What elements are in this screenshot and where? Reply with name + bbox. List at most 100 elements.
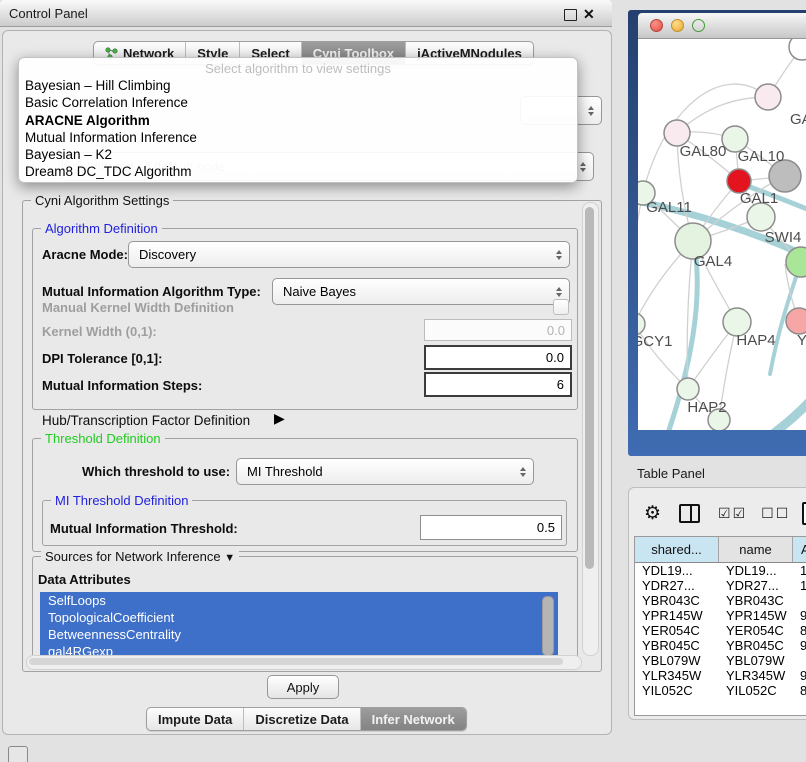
attribute-betweennesscentrality[interactable]: BetweennessCentrality: [40, 626, 558, 643]
close-traffic-light-icon[interactable]: [650, 19, 663, 32]
algorithm-option-basic-correlation[interactable]: Basic Correlation Inference: [19, 94, 577, 111]
hub-definition-label: Hub/Transcription Factor Definition: [42, 413, 250, 428]
table-row[interactable]: YBL079WYBL079W: [635, 653, 806, 668]
combo-stepper-icon: [520, 467, 526, 477]
control-panel-titlebar: Control Panel: [0, 0, 612, 27]
tab-discretize-data[interactable]: Discretize Data: [244, 708, 360, 730]
apply-button[interactable]: Apply: [267, 675, 339, 699]
label-gal1: GAL1: [740, 190, 778, 207]
algorithm-option-bayesian-k2[interactable]: Bayesian – K2: [19, 146, 577, 163]
close-icon[interactable]: ✕: [583, 6, 595, 23]
zoom-traffic-light-icon[interactable]: [692, 19, 705, 32]
table-row[interactable]: YER054CYER054C8.: [635, 623, 806, 638]
algorithm-option-bayesian-hill-climbing[interactable]: Bayesian – Hill Climbing: [19, 77, 577, 94]
network-view-frame: GAL GAL80 GAL10 GAL1 SWI4 GAL11 GAL4 GCY…: [628, 10, 806, 456]
data-attributes-label: Data Attributes: [38, 572, 131, 587]
data-attributes-list[interactable]: SelfLoops TopologicalCoefficient Between…: [40, 592, 558, 658]
mi-algorithm-type-label: Mutual Information Algorithm Type:: [42, 284, 261, 299]
screenshot-root: Control Panel ✕ Network Style Select Cyn…: [0, 0, 806, 762]
apply-button-label: Apply: [287, 680, 320, 695]
node-hap2[interactable]: [677, 378, 699, 400]
table-row[interactable]: YBR043CYBR043C: [635, 593, 806, 608]
aracne-mode-combobox[interactable]: Discovery: [128, 241, 570, 268]
thick-edges: [638, 183, 806, 430]
table-row[interactable]: YLR345WYLR345W9.: [635, 668, 806, 683]
column-header-shared-name[interactable]: shared...: [635, 537, 719, 562]
new-table-icon[interactable]: [802, 502, 806, 525]
node-gal-truncated[interactable]: [755, 84, 781, 110]
attribute-selfloops[interactable]: SelfLoops: [40, 592, 558, 609]
node-labels: GAL GAL80 GAL10 GAL1 SWI4 GAL11 GAL4 GCY…: [638, 111, 806, 416]
unchecked-boxes-icon[interactable]: ☐☐: [761, 505, 790, 522]
dpi-tolerance-label: DPI Tolerance [0,1]:: [42, 351, 162, 366]
label-hap2: HAP2: [687, 399, 726, 416]
kernel-width-value: 0.0: [547, 323, 565, 338]
table-row[interactable]: YIL052CYIL052C8.: [635, 683, 806, 698]
mi-threshold-label: Mutual Information Threshold:: [50, 521, 238, 536]
attribute-topologicalcoefficient[interactable]: TopologicalCoefficient: [40, 609, 558, 626]
table-row[interactable]: YBR045CYBR045C9.: [635, 638, 806, 653]
node-table[interactable]: shared... name A YDL19...YDL19...13 YDR2…: [634, 536, 806, 716]
table-row[interactable]: YPR145WYPR145W9.: [635, 608, 806, 623]
column-header-partial[interactable]: A: [793, 537, 806, 562]
which-threshold-combobox[interactable]: MI Threshold: [236, 458, 534, 485]
network-view-window: GAL GAL80 GAL10 GAL1 SWI4 GAL11 GAL4 GCY…: [638, 13, 806, 430]
label-y-truncated: Y: [797, 332, 806, 349]
float-window-icon[interactable]: [564, 9, 577, 21]
table-panel: ⚙ ☑☑ ☐☐ shared... name A YDL19...YDL19..…: [628, 487, 806, 720]
sources-title: Sources for Network Inference: [45, 549, 221, 564]
label-gal10: GAL10: [738, 148, 785, 165]
sources-collapse-arrow-icon[interactable]: ▼: [224, 552, 235, 564]
settings-horizontal-scrollbar[interactable]: [26, 655, 582, 670]
combo-stepper-icon: [556, 250, 562, 260]
settings-horizontal-scrollbar-thumb[interactable]: [29, 658, 563, 665]
settings-vertical-scrollbar-thumb[interactable]: [585, 207, 594, 569]
minimized-panel-icon[interactable]: [8, 746, 28, 762]
threshold-definition-title: Threshold Definition: [41, 431, 165, 446]
algorithm-popup-hint: Select algorithm to view settings: [19, 58, 577, 77]
dpi-tolerance-value: 0.0: [546, 350, 564, 365]
mi-threshold-definition-title: MI Threshold Definition: [51, 493, 192, 508]
column-header-name[interactable]: name: [719, 537, 793, 562]
which-threshold-label: Which threshold to use:: [82, 464, 230, 479]
dpi-tolerance-field[interactable]: 0.0: [424, 345, 572, 370]
tab-impute-data[interactable]: Impute Data: [147, 708, 244, 730]
table-row[interactable]: YDR27...YDR27...12: [635, 578, 806, 593]
mi-algorithm-type-value: Naive Bayes: [283, 284, 356, 299]
network-graph: GAL GAL80 GAL10 GAL1 SWI4 GAL11 GAL4 GCY…: [638, 39, 806, 430]
algorithm-option-mutual-information[interactable]: Mutual Information Inference: [19, 129, 577, 146]
mi-steps-field[interactable]: 6: [424, 372, 572, 397]
table-row[interactable]: YDL19...YDL19...13: [635, 563, 806, 578]
node-y-truncated[interactable]: [786, 308, 806, 334]
gear-icon[interactable]: ⚙: [644, 502, 661, 525]
table-panel-toolbar: ⚙ ☑☑ ☐☐: [629, 500, 806, 526]
label-swi4: SWI4: [765, 229, 802, 246]
cyni-algorithm-settings-title: Cyni Algorithm Settings: [31, 193, 173, 208]
algorithm-dropdown-popup: Select algorithm to view settings Bayesi…: [18, 57, 578, 183]
mi-threshold-field[interactable]: 0.5: [420, 515, 562, 540]
column-view-icon[interactable]: [679, 504, 700, 523]
network-window-titlebar[interactable]: [638, 13, 806, 39]
hub-expand-arrow-icon[interactable]: ▶: [274, 410, 285, 427]
label-gal80: GAL80: [680, 143, 727, 160]
mi-algorithm-type-combobox[interactable]: Naive Bayes: [272, 278, 570, 305]
minimize-traffic-light-icon[interactable]: [671, 19, 684, 32]
node-gcy1[interactable]: [638, 313, 645, 335]
label-gcy1: GCY1: [638, 333, 672, 350]
kernel-width-field[interactable]: 0.0: [424, 319, 572, 341]
label-hap4: HAP4: [736, 332, 775, 349]
algorithm-option-aracne[interactable]: ARACNE Algorithm: [19, 112, 577, 129]
algorithm-option-dream8[interactable]: Dream8 DC_TDC Algorithm: [19, 163, 577, 180]
manual-kernel-width-checkbox[interactable]: [553, 299, 569, 315]
tab-infer-network[interactable]: Infer Network: [361, 708, 466, 730]
attribute-list-scrollbar[interactable]: [542, 596, 554, 656]
node-swi4[interactable]: [747, 203, 775, 231]
settings-vertical-scrollbar[interactable]: [582, 202, 599, 656]
table-header-row: shared... name A: [635, 537, 806, 563]
network-canvas[interactable]: GAL GAL80 GAL10 GAL1 SWI4 GAL11 GAL4 GCY…: [638, 39, 806, 430]
checked-boxes-icon[interactable]: ☑☑: [718, 505, 747, 522]
node-partial-top[interactable]: [789, 39, 806, 60]
label-gal11: GAL11: [646, 199, 692, 216]
combo-stepper-icon: [580, 162, 586, 172]
combo-stepper-icon: [588, 106, 594, 116]
